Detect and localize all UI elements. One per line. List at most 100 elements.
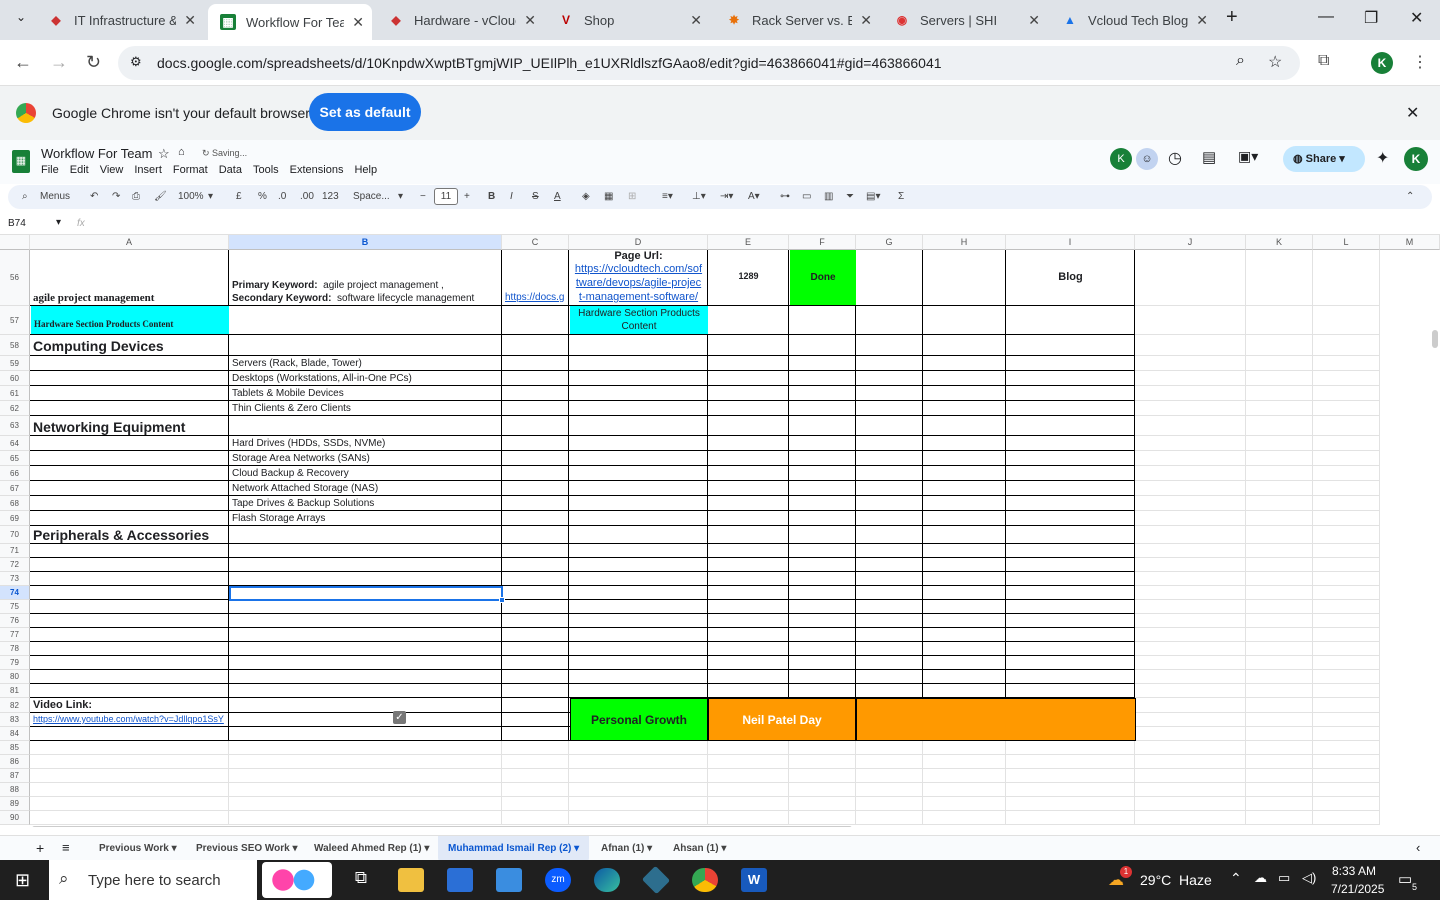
cell-k60[interactable] [1246,371,1313,386]
cell-j61[interactable] [1135,386,1246,401]
cell-i58[interactable] [1006,335,1135,356]
column-header-g[interactable]: G [856,235,923,250]
menu-edit[interactable]: Edit [70,164,89,176]
cell-b82[interactable] [229,698,502,713]
sheet-tab-previous-seo[interactable]: Previous SEO Work ▾ [196,843,298,854]
cell-j86[interactable] [1135,755,1246,769]
cell-e89[interactable] [708,797,789,811]
select-all-corner[interactable] [0,235,30,250]
cell-i68[interactable] [1006,496,1135,511]
row-header-89[interactable]: 89 [0,797,30,811]
cell-h78[interactable] [923,642,1006,656]
cell-j80[interactable] [1135,670,1246,684]
cell-c90[interactable] [502,811,569,825]
cell-l65[interactable] [1313,451,1380,466]
tab-search-icon[interactable]: ⌄ [16,10,26,24]
star-icon[interactable]: ☆ [158,146,170,162]
cell-h66[interactable] [923,466,1006,481]
row-header-69[interactable]: 69 [0,511,30,526]
cell-d81[interactable] [569,684,708,698]
align-horizontal-icon[interactable]: ≡▾ [662,191,673,202]
cell-d86[interactable] [569,755,708,769]
paint-format-icon[interactable]: 🖌 [154,191,167,202]
cell-g61[interactable] [856,386,923,401]
cell-j90[interactable] [1135,811,1246,825]
cell-i60[interactable] [1006,371,1135,386]
cell-a69[interactable] [30,511,229,526]
cell-d74[interactable] [569,586,708,600]
cell-f90[interactable] [789,811,856,825]
cell-c70[interactable] [502,526,569,544]
horizontal-scrollbar[interactable] [32,826,852,827]
cell-f88[interactable] [789,783,856,797]
cell-e86[interactable] [708,755,789,769]
cell-j57[interactable] [1135,306,1246,335]
word-icon[interactable]: W [741,868,767,892]
store-icon[interactable] [447,868,473,892]
cell-d67[interactable] [569,481,708,496]
cell-g77[interactable] [856,628,923,642]
close-icon[interactable]: ✕ [352,14,364,31]
cell-c85[interactable] [502,741,569,755]
cell-k57[interactable] [1246,306,1313,335]
cell-j58[interactable] [1135,335,1246,356]
text-rotation-icon[interactable]: A▾ [748,191,760,202]
cell-a84[interactable] [30,727,229,741]
cell-l83[interactable] [1313,713,1380,727]
row-header-77[interactable]: 77 [0,628,30,642]
cell-d73[interactable] [569,572,708,586]
close-icon[interactable]: ✕ [690,12,702,29]
cell-j79[interactable] [1135,656,1246,670]
cell-a65[interactable] [30,451,229,466]
insert-chart-icon[interactable]: ▥ [824,191,833,202]
cell-d61[interactable] [569,386,708,401]
column-header-c[interactable]: C [502,235,569,250]
cell-a67[interactable] [30,481,229,496]
menu-tools[interactable]: Tools [253,164,279,176]
cell-a59[interactable] [30,356,229,371]
row-header-75[interactable]: 75 [0,600,30,614]
cell-f60[interactable] [789,371,856,386]
cell-g62[interactable] [856,401,923,416]
cell-i78[interactable] [1006,642,1135,656]
cell-f89[interactable] [789,797,856,811]
strikethrough-icon[interactable]: S [532,191,539,202]
cell-b90[interactable] [229,811,502,825]
bookmark-star-icon[interactable]: ☆ [1268,52,1282,72]
cell-g88[interactable] [856,783,923,797]
cell-c88[interactable] [502,783,569,797]
cell-k62[interactable] [1246,401,1313,416]
cell-i85[interactable] [1006,741,1135,755]
cell-j59[interactable] [1135,356,1246,371]
cell-a77[interactable] [30,628,229,642]
cell-l84[interactable] [1313,727,1380,741]
cell-l67[interactable] [1313,481,1380,496]
merge-cells-icon[interactable]: ⊞ [628,191,636,202]
cell-i81[interactable] [1006,684,1135,698]
cell-g73[interactable] [856,572,923,586]
cell-f73[interactable] [789,572,856,586]
cell-j64[interactable] [1135,436,1246,451]
cell-g63[interactable] [856,416,923,436]
task-view-icon[interactable]: ⧉ [348,868,374,892]
cell-b63[interactable] [229,416,502,436]
cell-i80[interactable] [1006,670,1135,684]
cell-i59[interactable] [1006,356,1135,371]
cell-g66[interactable] [856,466,923,481]
cell-a74[interactable] [30,586,229,600]
cell-j78[interactable] [1135,642,1246,656]
extensions-icon[interactable]: ⧉ [1318,52,1329,70]
taskbar-search[interactable]: ⌕ Type here to search [49,860,257,900]
cell-i87[interactable] [1006,769,1135,783]
cell-j65[interactable] [1135,451,1246,466]
cell-a72[interactable] [30,558,229,572]
cell-f81[interactable] [789,684,856,698]
cell-c86[interactable] [502,755,569,769]
cell-d89[interactable] [569,797,708,811]
cell-j56[interactable] [1135,250,1246,306]
cell-k76[interactable] [1246,614,1313,628]
cell-i64[interactable] [1006,436,1135,451]
cell-f65[interactable] [789,451,856,466]
cell-f64[interactable] [789,436,856,451]
omnibox[interactable]: ⚙ docs.google.com/spreadsheets/d/10Knpdw… [118,46,1300,80]
